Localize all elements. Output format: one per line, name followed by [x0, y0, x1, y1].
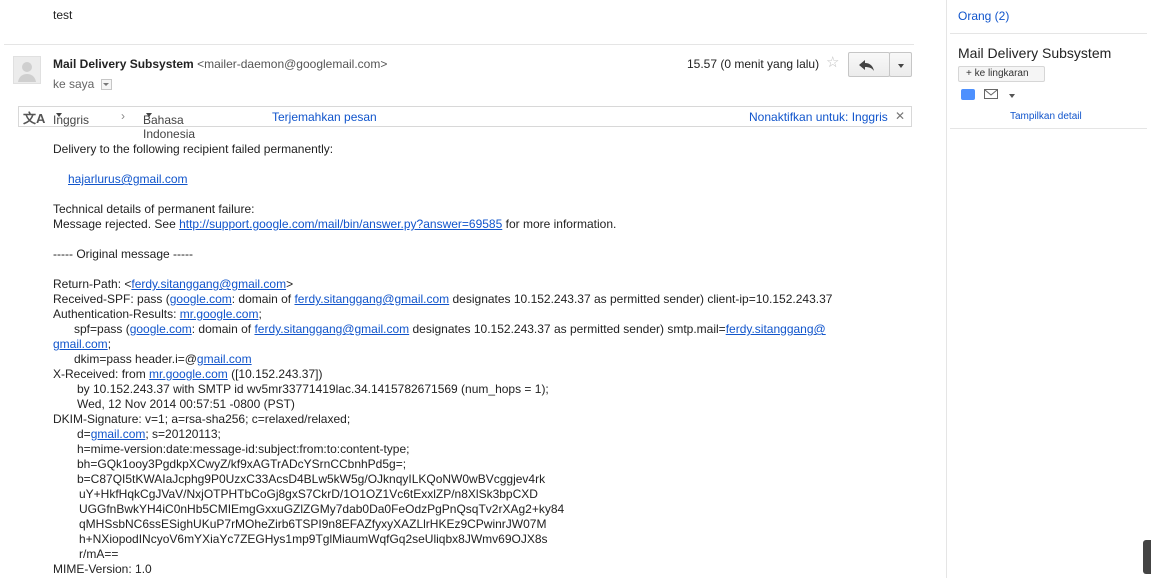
recipient-dropdown-icon[interactable] — [100, 79, 112, 91]
text: ([10.152.243.37]) — [227, 367, 323, 381]
text: for more information. — [502, 217, 617, 231]
translate-bar: 文A Inggris › Bahasa Indonesia Terjemahka… — [18, 106, 912, 141]
body-line: gmail.com; — [53, 337, 111, 352]
domain-link[interactable]: mr.google.com — [149, 367, 228, 381]
domain-link[interactable]: gmail.com — [91, 427, 146, 441]
text: ; — [107, 337, 112, 351]
people-link[interactable]: Orang (2) — [958, 9, 1009, 23]
original-message-header: ----- Original message ----- — [53, 247, 194, 261]
body-line: h=mime-version:date:message-id:subject:f… — [77, 442, 410, 456]
reply-icon — [859, 60, 874, 71]
contact-name: Mail Delivery Subsystem — [958, 45, 1112, 61]
body-line: qMHSsbNC6ssESighUKuP7rMOheZirb6TSPI9n8EF… — [79, 517, 547, 531]
body-line: Technical details of permanent failure: — [53, 202, 255, 216]
body-line: r/mA== — [79, 547, 119, 561]
domain-link[interactable]: mr.google.com — [180, 307, 259, 321]
support-link[interactable]: http://support.google.com/mail/bin/answe… — [179, 217, 502, 231]
text: > — [286, 277, 294, 291]
target-language-label: Bahasa Indonesia — [143, 113, 196, 141]
text: Authentication-Results: — [53, 307, 180, 321]
email-link[interactable]: ferdy.sitanggang@gmail.com — [294, 292, 449, 306]
body-line: X-Received: from mr.google.com ([10.152.… — [53, 367, 322, 382]
sender-line: Mail Delivery Subsystem <mailer-daemon@g… — [53, 57, 387, 71]
email-link[interactable]: ferdy.sitanggang@gmail.com — [254, 322, 409, 336]
disable-translation-link[interactable]: Nonaktifkan untuk: Inggris — [749, 110, 888, 124]
message-top-divider — [4, 44, 914, 45]
body-line: dkim=pass header.i=@gmail.com — [74, 352, 252, 367]
message-time: 15.57 (0 menit yang lalu) — [687, 57, 820, 71]
body-line: by 10.152.243.37 with SMTP id wv5mr33771… — [77, 382, 549, 396]
translate-message-link[interactable]: Terjemahkan pesan — [272, 110, 377, 124]
mail-icon[interactable] — [984, 89, 998, 99]
text: ; s=20120113; — [145, 427, 221, 441]
body-line: DKIM-Signature: v=1; a=rsa-sha256; c=rel… — [53, 412, 351, 426]
body-line: Received-SPF: pass (google.com: domain o… — [53, 292, 832, 307]
chevron-right-icon: › — [121, 109, 125, 123]
body-line: uY+HkfHqkCgJVaV/NxjOTPHTbCoGj8gxS7CkrD/1… — [79, 487, 538, 501]
email-link[interactable]: ferdy.sitanggang@ — [726, 322, 826, 336]
person-icon — [18, 62, 36, 82]
show-details-link[interactable]: Tampilkan detail — [1010, 111, 1082, 122]
body-line: Authentication-Results: mr.google.com; — [53, 307, 262, 322]
text: d= — [77, 427, 91, 441]
chat-icon[interactable] — [961, 89, 975, 100]
subject-text: test — [53, 8, 73, 22]
translate-icon: 文A — [23, 111, 46, 126]
side-widget-handle[interactable] — [1143, 540, 1151, 574]
star-icon[interactable]: ☆ — [826, 53, 839, 71]
body-line: MIME-Version: 1.0 — [53, 562, 152, 576]
sidebar-section-divider — [950, 128, 1147, 129]
text: Received-SPF: pass ( — [53, 292, 170, 306]
text: dkim=pass header.i=@ — [74, 352, 197, 366]
body-line: Delivery to the following recipient fail… — [53, 142, 334, 156]
domain-link[interactable]: gmail.com — [197, 352, 252, 366]
text: Message rejected. See — [53, 217, 180, 231]
sender-name[interactable]: Mail Delivery Subsystem — [53, 57, 194, 71]
text: : domain of — [191, 322, 255, 336]
body-line: h+NXiopodINcyoV6mYXiaYc7ZEGHys1mp9TglMia… — [79, 532, 548, 546]
body-line: Return-Path: <ferdy.sitanggang@gmail.com… — [53, 277, 293, 292]
recipient-email-link[interactable]: hajarlurus@gmail.com — [68, 172, 188, 186]
domain-link[interactable]: gmail.com — [53, 337, 108, 351]
text: spf=pass ( — [74, 322, 130, 336]
body-line: Wed, 12 Nov 2014 00:57:51 -0800 (PST) — [77, 397, 295, 411]
recipient-line[interactable]: ke saya — [53, 77, 112, 91]
domain-link[interactable]: google.com — [130, 322, 192, 336]
text: ; — [258, 307, 262, 321]
text: X-Received: from — [53, 367, 150, 381]
to-label: ke saya — [53, 77, 95, 91]
body-line: d=gmail.com; s=20120113; — [77, 427, 221, 442]
body-line: hajarlurus@gmail.com — [68, 172, 188, 187]
text: designates 10.152.243.37 as permitted se… — [409, 322, 726, 336]
text: Return-Path: < — [53, 277, 132, 291]
domain-link[interactable]: google.com — [170, 292, 232, 306]
body-line: b=C87QI5tKWAIaJcphg9P0UzxC33AcsD4BLw5kW5… — [77, 472, 546, 486]
body-line: UGGfnBwkYH4iC0nHb5CMIEmgGxxuGZlZGMy7dab0… — [79, 502, 565, 516]
avatar[interactable] — [13, 56, 41, 84]
sender-email: <mailer-daemon@googlemail.com> — [197, 57, 388, 71]
add-to-circles-button[interactable]: + ke lingkaran — [958, 66, 1045, 82]
more-actions-button[interactable] — [889, 52, 912, 77]
body-line: Message rejected. See http://support.goo… — [53, 217, 616, 232]
body-line: bh=GQk1ooy3PgdkpXCwyZ/kf9xAGTrADcYSrnCCb… — [77, 457, 407, 471]
sidebar-divider-line — [950, 33, 1147, 34]
add-to-circles-label: + ke lingkaran — [966, 68, 1029, 79]
sidebar-divider — [946, 0, 947, 578]
chevron-down-icon — [898, 64, 904, 68]
chevron-down-icon[interactable] — [1009, 94, 1015, 98]
body-line: spf=pass (google.com: domain of ferdy.si… — [74, 322, 826, 337]
close-icon[interactable]: ✕ — [895, 109, 905, 123]
text: : domain of — [231, 292, 295, 306]
text: designates 10.152.243.37 as permitted se… — [449, 292, 833, 306]
reply-button[interactable] — [848, 52, 890, 77]
email-link[interactable]: ferdy.sitanggang@gmail.com — [131, 277, 286, 291]
